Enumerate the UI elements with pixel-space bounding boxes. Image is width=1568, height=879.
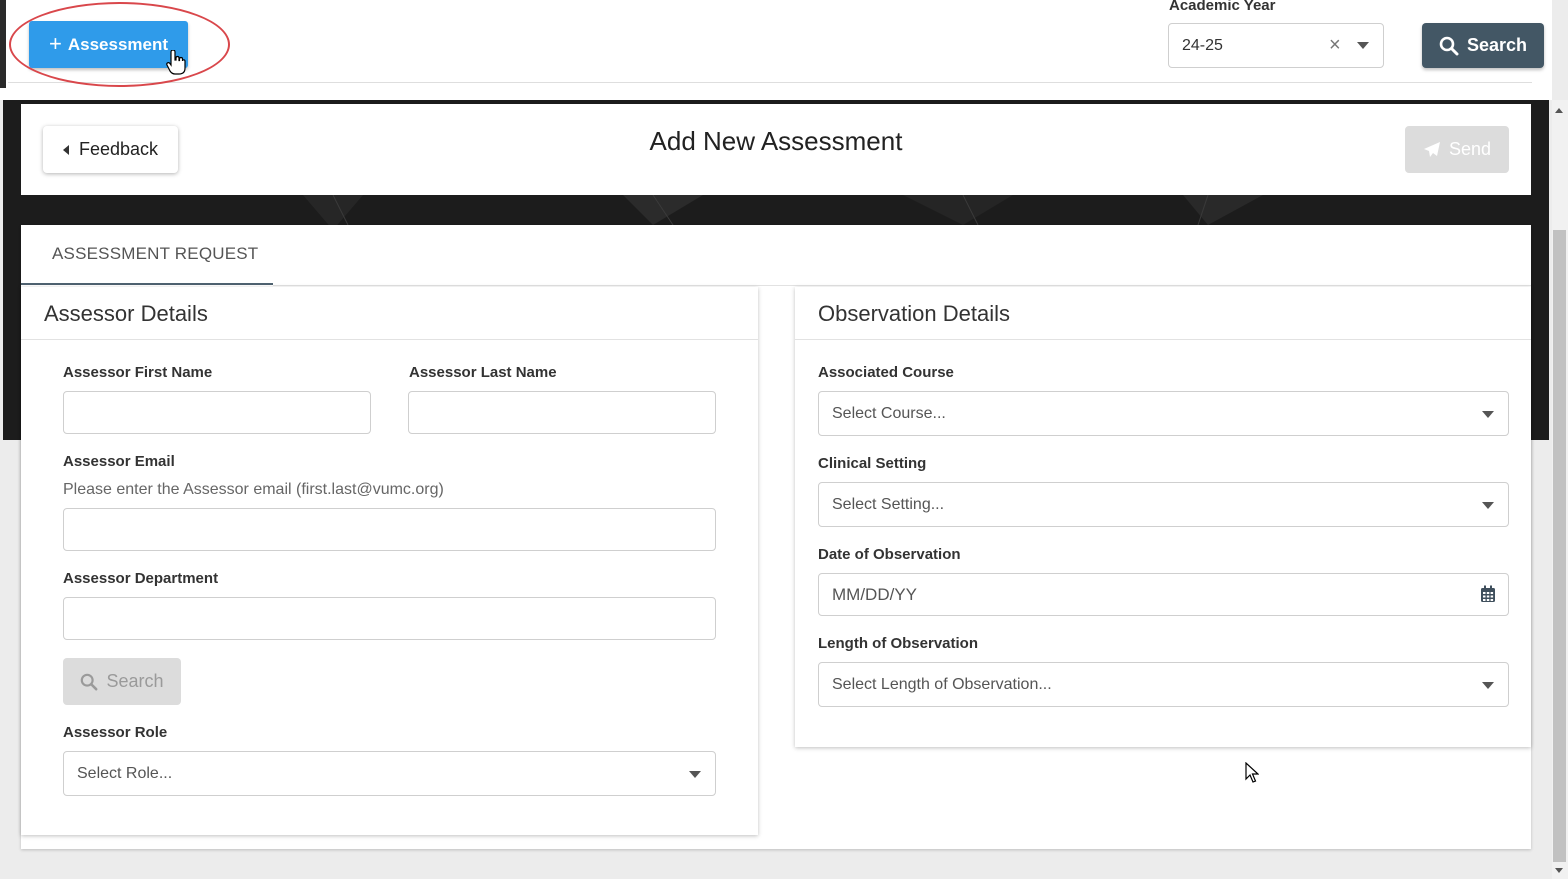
course-label: Associated Course	[818, 364, 954, 381]
length-select[interactable]: Select Length of Observation...	[818, 662, 1509, 707]
first-name-label: Assessor First Name	[63, 364, 213, 381]
search-icon	[1439, 36, 1459, 55]
academic-year-label: Academic Year	[1169, 0, 1276, 14]
course-placeholder: Select Course...	[832, 404, 946, 422]
role-placeholder: Select Role...	[77, 764, 173, 782]
highlight-annotation-ring	[9, 2, 230, 87]
hand-cursor-icon	[166, 50, 186, 75]
search-button[interactable]: Search	[1422, 23, 1544, 68]
role-label: Assessor Role	[63, 724, 168, 741]
chevron-down-icon	[1482, 502, 1494, 509]
assessor-search-button[interactable]: Search	[63, 658, 181, 705]
assessor-details-title: Assessor Details	[44, 301, 208, 326]
chevron-down-icon	[1482, 682, 1494, 689]
first-name-field[interactable]	[63, 391, 371, 434]
page-title: Add New Assessment	[649, 126, 903, 156]
department-label: Assessor Department	[63, 570, 219, 587]
assessor-search-label: Search	[106, 671, 164, 691]
search-button-label: Search	[1466, 35, 1528, 55]
send-button[interactable]: Send	[1405, 126, 1509, 173]
date-placeholder: MM/DD/YY	[832, 584, 917, 604]
setting-label: Clinical Setting	[818, 455, 927, 472]
date-label: Date of Observation	[818, 546, 961, 563]
setting-select[interactable]: Select Setting...	[818, 482, 1509, 527]
scrollbar-thumb[interactable]	[1553, 230, 1566, 862]
mouse-pointer-icon	[1245, 762, 1259, 783]
last-name-label: Assessor Last Name	[409, 364, 557, 381]
assessor-panel-divider	[21, 339, 758, 340]
clear-icon[interactable]: ×	[1329, 34, 1341, 57]
email-field[interactable]	[63, 508, 716, 551]
academic-year-select[interactable]: 24-25 ×	[1168, 23, 1384, 68]
observation-panel-divider	[795, 339, 1531, 340]
tab-divider	[273, 285, 1531, 286]
scroll-up-icon[interactable]	[1555, 108, 1563, 113]
email-label: Assessor Email	[63, 453, 175, 470]
chevron-down-icon	[689, 771, 701, 778]
department-field[interactable]	[63, 597, 716, 640]
send-label: Send	[1448, 139, 1492, 159]
paper-plane-icon	[1423, 141, 1440, 157]
search-icon	[81, 673, 98, 690]
calendar-icon[interactable]	[1480, 585, 1496, 603]
last-name-field[interactable]	[408, 391, 716, 434]
chevron-down-icon	[1482, 411, 1494, 418]
length-label: Length of Observation	[818, 635, 979, 652]
setting-placeholder: Select Setting...	[832, 495, 945, 513]
left-edge-strip	[0, 0, 6, 88]
observation-details-title: Observation Details	[818, 301, 1010, 326]
length-placeholder: Select Length of Observation...	[832, 675, 1052, 693]
toolbar-divider	[8, 82, 1532, 83]
academic-year-value: 24-25	[1182, 36, 1223, 54]
email-hint: Please enter the Assessor email (first.l…	[63, 481, 444, 498]
course-select[interactable]: Select Course...	[818, 391, 1509, 436]
date-field[interactable]: MM/DD/YY	[818, 573, 1509, 616]
chevron-down-icon[interactable]	[1357, 42, 1369, 49]
role-select[interactable]: Select Role...	[63, 751, 716, 796]
scroll-down-icon[interactable]	[1555, 868, 1563, 873]
tab-assessment-request[interactable]: ASSESSMENT REQUEST	[21, 225, 273, 285]
